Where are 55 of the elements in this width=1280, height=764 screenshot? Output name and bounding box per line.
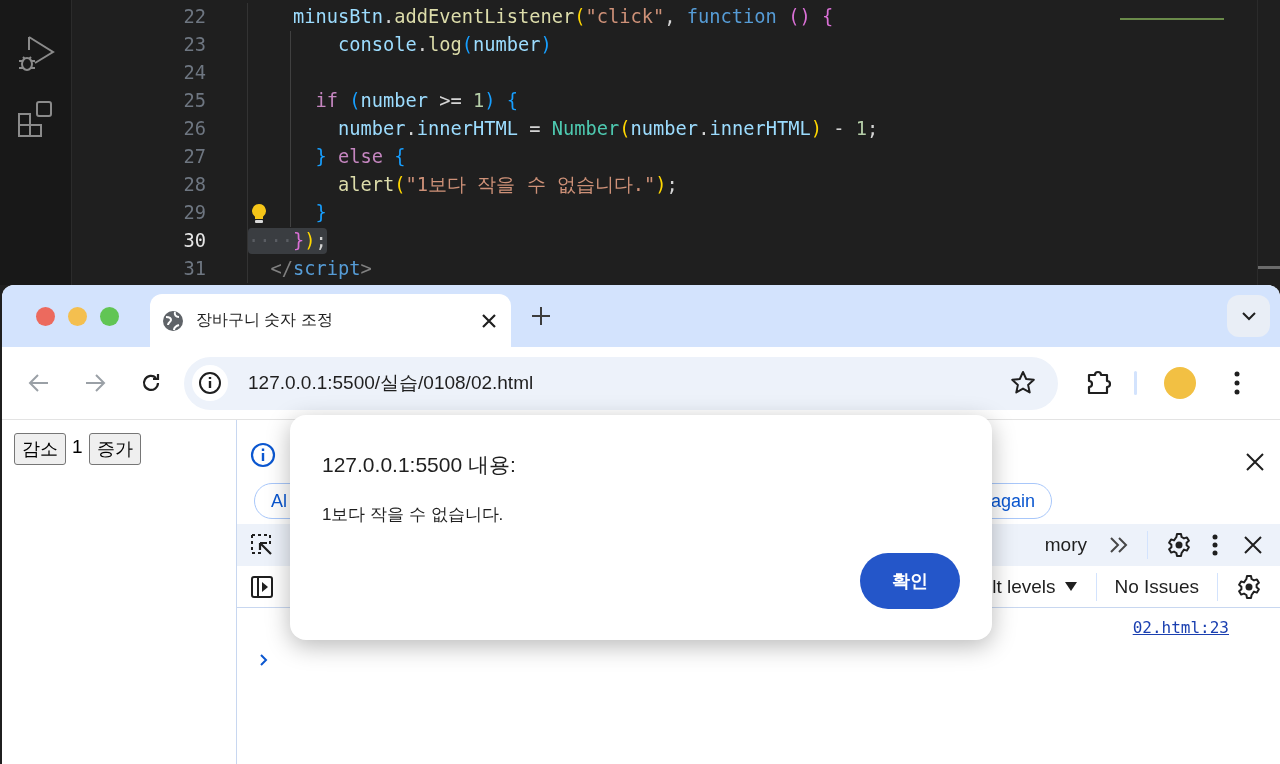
source-link[interactable]: 02.html:23 xyxy=(1132,618,1229,637)
code-line: alert("1보다 작을 수 없습니다."); xyxy=(338,173,678,197)
new-tab-icon[interactable] xyxy=(531,306,551,326)
dialog-message: 1보다 작을 수 없습니다. xyxy=(322,504,505,526)
code-line: } else { xyxy=(315,145,406,169)
url-text: 127.0.0.1:5500/실습/0108/02.html xyxy=(248,371,535,395)
line-number: 24 xyxy=(182,61,206,85)
bookmark-star-icon[interactable] xyxy=(1010,370,1036,396)
count-text: 1 xyxy=(72,435,83,459)
line-number: 25 xyxy=(182,89,206,113)
lightbulb-icon[interactable] xyxy=(250,203,268,225)
code-line: if (number >= 1) { xyxy=(315,89,519,113)
code-line: number.innerHTML = Number(number.innerHTML) - 1; xyxy=(338,117,879,141)
ok-button[interactable]: 확인 xyxy=(860,553,960,609)
info-icon xyxy=(250,442,276,468)
chevron-down-icon xyxy=(1241,311,1256,321)
globe-icon xyxy=(162,309,184,332)
settings-icon[interactable] xyxy=(1236,573,1262,600)
more-tabs-icon[interactable] xyxy=(1109,536,1129,554)
line-number: 26 xyxy=(182,117,206,141)
issues-button[interactable]: No Issues xyxy=(1114,575,1199,598)
info-icon xyxy=(198,371,222,395)
panel-tab[interactable]: mory xyxy=(1044,534,1087,556)
line-number: 22 xyxy=(182,5,206,29)
dialog-title: 127.0.0.1:5500 내용: xyxy=(322,452,517,478)
run-debug-icon[interactable] xyxy=(16,34,55,74)
page-button[interactable]: 증가 xyxy=(88,433,141,465)
sidebar-toggle-icon[interactable] xyxy=(250,574,274,599)
log-levels-dropdown[interactable]: lt levels xyxy=(992,575,1078,598)
close-tab-icon[interactable] xyxy=(481,312,497,329)
page-button[interactable]: 감소 xyxy=(14,433,66,465)
line-number: 29 xyxy=(182,201,206,225)
tab-title: 장바구니 숫자 조정 xyxy=(196,310,334,330)
code-line: </script> xyxy=(270,257,372,281)
scrollbar[interactable] xyxy=(1258,266,1280,269)
close-icon[interactable] xyxy=(1246,453,1264,471)
inspect-element-icon[interactable] xyxy=(250,533,274,557)
line-number: 31 xyxy=(182,257,206,281)
menu-icon[interactable] xyxy=(1234,371,1240,395)
site-info-button[interactable] xyxy=(192,365,228,401)
settings-icon[interactable] xyxy=(1166,532,1192,558)
code-line: } xyxy=(315,201,327,225)
more-options-icon[interactable] xyxy=(1212,534,1218,556)
line-number: 23 xyxy=(182,33,206,57)
line-number: 30 xyxy=(182,229,206,253)
line-number: 28 xyxy=(182,173,206,197)
code-line: minusBtn.addEventListener("click", function () { xyxy=(293,5,834,29)
code-line: console.log(number) xyxy=(338,33,552,57)
console-prompt-icon xyxy=(259,653,269,667)
extensions-icon[interactable] xyxy=(1086,370,1112,396)
address-bar[interactable]: 127.0.0.1:5500/실습/0108/02.html xyxy=(184,356,1058,410)
browser-tab[interactable]: 장바구니 숫자 조정 xyxy=(150,294,511,347)
close-icon[interactable] xyxy=(1244,536,1262,554)
caret-icon xyxy=(1063,581,1078,592)
line-number: 27 xyxy=(182,145,206,169)
